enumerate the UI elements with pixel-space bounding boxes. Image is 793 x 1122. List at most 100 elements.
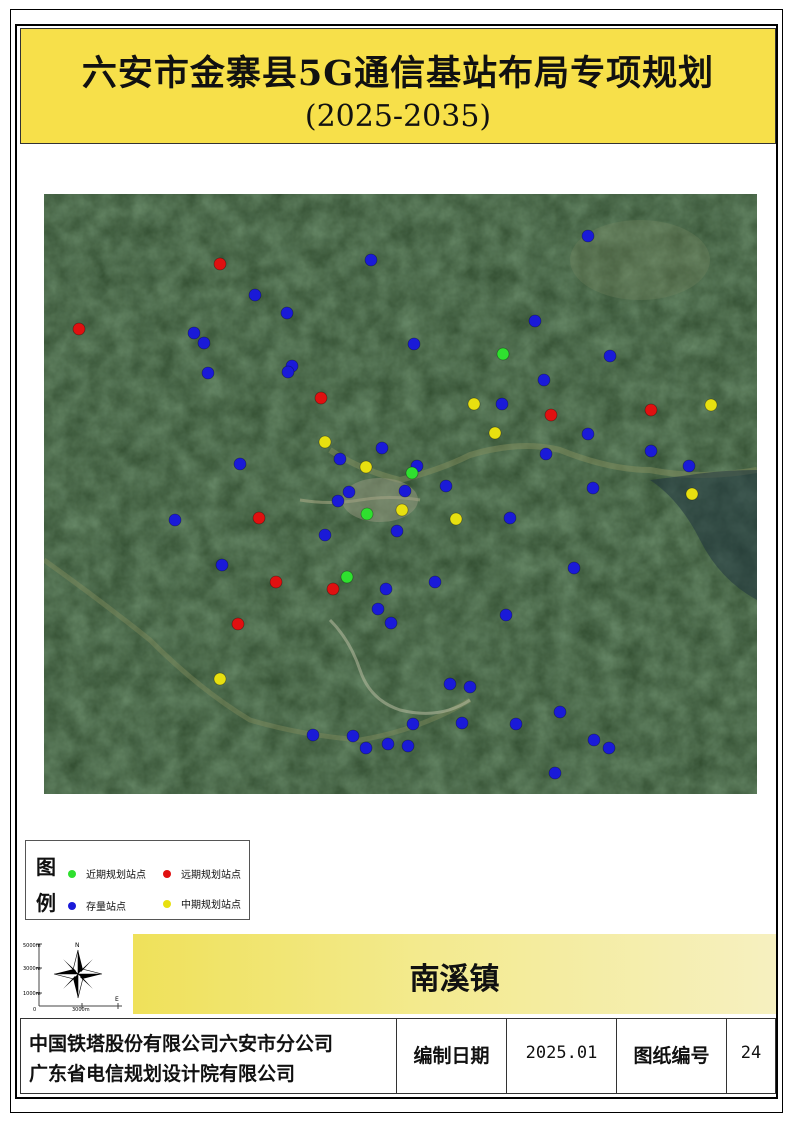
- existing-site-marker: [346, 729, 360, 743]
- near-term-marker-icon: [68, 869, 76, 878]
- existing-site-marker: [463, 680, 477, 694]
- existing-site-marker: [342, 485, 356, 499]
- existing-site-marker: [398, 484, 412, 498]
- date-label: 编制日期: [413, 1045, 490, 1067]
- long-term-site-marker: [314, 391, 328, 405]
- existing-site-marker: [280, 306, 294, 320]
- legend-label-long-term: 远期规划站点: [181, 870, 241, 881]
- scale-y-tick: 5000m: [23, 943, 41, 949]
- company-name-2: 广东省电信规划设计院有限公司: [29, 1063, 296, 1085]
- existing-site-marker: [407, 337, 421, 351]
- satellite-map: [44, 194, 757, 794]
- existing-site-marker: [401, 739, 415, 753]
- existing-marker-icon: [68, 901, 76, 910]
- existing-site-marker: [318, 528, 332, 542]
- legend-label-existing: 存量站点: [86, 902, 126, 913]
- existing-site-marker: [537, 373, 551, 387]
- existing-site-marker: [371, 602, 385, 616]
- existing-site-marker: [306, 728, 320, 742]
- existing-site-marker: [381, 737, 395, 751]
- footer-date-label-cell: 编制日期: [397, 1019, 507, 1093]
- near-term-site-marker: [340, 570, 354, 584]
- sheet-label: 图纸编号: [633, 1045, 710, 1067]
- long-term-marker-icon: [163, 869, 171, 878]
- existing-site-marker: [495, 397, 509, 411]
- existing-site-marker: [168, 513, 182, 527]
- footer-company-cell: 中国铁塔股份有限公司六安市分公司 广东省电信规划设计院有限公司: [21, 1019, 397, 1093]
- existing-site-marker: [503, 511, 517, 525]
- sheet-number: 24: [740, 1043, 762, 1063]
- legend-box: 图 例 近期规划站点 远期规划站点 存量站点 中期规划站点: [25, 840, 250, 920]
- compass-east-label: E: [115, 996, 119, 1003]
- footer-sheet-value-cell: 24: [727, 1019, 775, 1093]
- scale-y-tick: 3000m: [23, 966, 41, 972]
- long-term-site-marker: [252, 511, 266, 525]
- compass-scale: N E 5000m 3000m 1000m 0 3000m: [22, 938, 132, 1013]
- mid-term-site-marker: [318, 435, 332, 449]
- existing-site-marker: [390, 524, 404, 538]
- existing-site-marker: [586, 481, 600, 495]
- long-term-site-marker: [544, 408, 558, 422]
- mid-term-site-marker: [449, 512, 463, 526]
- scale-origin: 0: [33, 1007, 36, 1012]
- mid-term-site-marker: [467, 397, 481, 411]
- map-title: 六安市金寨县5G通信基站布局专项规划: [81, 53, 715, 94]
- existing-site-marker: [375, 441, 389, 455]
- legend-heading-top: 图: [36, 855, 56, 879]
- existing-site-marker: [455, 716, 469, 730]
- existing-site-marker: [281, 365, 295, 379]
- scale-x-tick: 3000m: [72, 1007, 90, 1012]
- near-term-site-marker: [496, 347, 510, 361]
- footer-table: 中国铁塔股份有限公司六安市分公司 广东省电信规划设计院有限公司 编制日期 202…: [20, 1018, 776, 1094]
- long-term-site-marker: [269, 575, 283, 589]
- mid-term-site-marker: [213, 672, 227, 686]
- company-name-1: 中国铁塔股份有限公司六安市分公司: [29, 1033, 334, 1055]
- mid-term-site-marker: [395, 503, 409, 517]
- existing-site-marker: [331, 494, 345, 508]
- existing-site-marker: [359, 741, 373, 755]
- long-term-site-marker: [213, 257, 227, 271]
- existing-site-marker: [215, 558, 229, 572]
- existing-site-marker: [201, 366, 215, 380]
- footer-sheet-label-cell: 图纸编号: [617, 1019, 727, 1093]
- title-block: 六安市金寨县5G通信基站布局专项规划 (2025-2035): [20, 28, 776, 144]
- legend-item-near-term: 近期规划站点: [68, 866, 146, 881]
- existing-site-marker: [384, 616, 398, 630]
- existing-site-marker: [248, 288, 262, 302]
- existing-site-marker: [581, 427, 595, 441]
- existing-site-marker: [509, 717, 523, 731]
- existing-site-marker: [406, 717, 420, 731]
- mid-term-marker-icon: [163, 899, 171, 908]
- existing-site-marker: [603, 349, 617, 363]
- mid-term-site-marker: [359, 460, 373, 474]
- existing-site-marker: [379, 582, 393, 596]
- compass-north-label: N: [75, 942, 80, 949]
- long-term-site-marker: [231, 617, 245, 631]
- existing-site-marker: [528, 314, 542, 328]
- existing-site-marker: [233, 457, 247, 471]
- legend-item-mid-term: 中期规划站点: [163, 896, 241, 911]
- legend-label-near-term: 近期规划站点: [86, 870, 146, 881]
- map-period: (2025-2035): [304, 99, 492, 134]
- existing-site-marker: [428, 575, 442, 589]
- map-canvas: [44, 194, 757, 794]
- legend-item-existing: 存量站点: [68, 898, 126, 913]
- mid-term-site-marker: [704, 398, 718, 412]
- footer-date-value-cell: 2025.01: [507, 1019, 617, 1093]
- scale-y-tick: 1000m: [23, 991, 41, 997]
- mid-term-site-marker: [488, 426, 502, 440]
- existing-site-marker: [567, 561, 581, 575]
- long-term-site-marker: [644, 403, 658, 417]
- town-name: 南溪镇: [409, 962, 500, 997]
- date-value: 2025.01: [525, 1043, 598, 1063]
- legend-heading-bottom: 例: [36, 891, 56, 915]
- near-term-site-marker: [405, 466, 419, 480]
- existing-site-marker: [581, 229, 595, 243]
- existing-site-marker: [682, 459, 696, 473]
- town-name-bar: 南溪镇: [133, 934, 776, 1014]
- town-area: [342, 478, 418, 522]
- long-term-site-marker: [326, 582, 340, 596]
- existing-site-marker: [587, 733, 601, 747]
- existing-site-marker: [197, 336, 211, 350]
- existing-site-marker: [364, 253, 378, 267]
